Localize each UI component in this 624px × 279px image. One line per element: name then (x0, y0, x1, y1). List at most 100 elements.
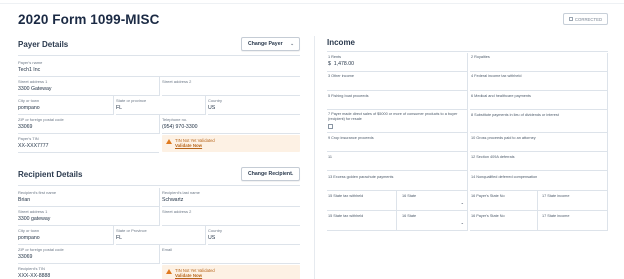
payer-country-value: US (208, 105, 216, 111)
chevron-down-icon: ⌄ (290, 171, 294, 176)
payer-street2-field[interactable]: Street address 2 (162, 78, 300, 96)
payer-country-select[interactable]: Country US (208, 97, 300, 115)
box7-checkbox[interactable] (328, 124, 333, 129)
payer-name-field[interactable]: Payer's name Tech1 Inc (18, 59, 300, 77)
recipient-state-value: FL (116, 235, 123, 241)
recipient-tin-field[interactable]: Recipient's TIN XXX-XX-8888 (18, 265, 159, 279)
warning-icon (166, 139, 172, 144)
chevron-down-icon: ⌄ (290, 41, 294, 46)
payer-phone-label: Telephone no. (162, 117, 188, 122)
payer-state-select[interactable]: State or province FL (116, 97, 205, 115)
payer-state-label: State or province (116, 98, 147, 103)
box15a-label: 15 State tax withheld (328, 194, 364, 198)
box6-medical-field[interactable]: 6 Medical and healthcare payments (470, 91, 608, 110)
box1-currency: $ (328, 61, 331, 67)
box12-409a-field[interactable]: 12 Section 409A deferrals (470, 152, 608, 171)
box7-label: 7 Payer made direct sales of $5000 or mo… (328, 112, 458, 121)
recipient-street2-label: Street address 2 (162, 209, 192, 214)
recipient-validate-now-link[interactable]: Validate Now (175, 273, 215, 278)
change-recipient-button[interactable]: Change Recipient ⌄ (241, 167, 300, 181)
box3-label: 3 Other income (328, 74, 354, 78)
box1-rents-field[interactable]: 1 Rents $ 1,478.00 (327, 53, 468, 72)
divider (159, 245, 160, 264)
recipient-street2-field[interactable]: Street address 2 (162, 208, 300, 226)
payer-name-value: Tech1 Inc (18, 67, 41, 73)
box6-label: 6 Medical and healthcare payments (471, 94, 531, 98)
recipient-city-label: City or town (18, 228, 40, 233)
box10-attorney-field[interactable]: 10 Gross proceeds paid to an attorney (470, 133, 608, 152)
box13-label: 13 Excess golden parachute payments (328, 175, 394, 179)
payer-city-value: pompano (18, 105, 40, 111)
payer-zip-label: ZIP or foreign postal code (18, 117, 64, 122)
box5-fishing-boat-field[interactable]: 5 Fishing boat proceeds (327, 91, 468, 110)
box5-label: 5 Fishing boat proceeds (328, 94, 369, 98)
box16-payer-state-no-field-1[interactable]: 16 Payer's State No (470, 191, 538, 211)
box16-state-select-1[interactable]: 16 State ⌄ (397, 191, 468, 211)
recipient-first-name-value: Brian (18, 197, 31, 203)
box13-golden-parachute-field[interactable]: 13 Excess golden parachute payments (327, 171, 468, 191)
box8-label: 8 Substitute payments in lieu of dividen… (471, 113, 559, 117)
chevron-down-icon: ⌄ (460, 200, 464, 205)
recipient-city-value: pompano (18, 235, 40, 241)
recipient-state-select[interactable]: State or Province FL (116, 227, 205, 245)
change-recipient-label: Change Recipient (248, 171, 292, 177)
recipient-zip-field[interactable]: ZIP or foreign postal code 33069 (18, 246, 159, 264)
payer-zip-field[interactable]: ZIP or foreign postal code 33069 (18, 116, 159, 134)
box17-state-income-field-1[interactable]: 17 State income (538, 191, 608, 211)
box2-royalties-field[interactable]: 2 Royalties (470, 53, 608, 72)
recipient-email-field[interactable]: Email (162, 246, 300, 264)
box17-state-income-field-2[interactable]: 17 State income (538, 211, 608, 231)
recipient-divider (18, 185, 300, 186)
box11-label: 11 (328, 155, 332, 159)
recipient-last-name-field[interactable]: Recipient's last name Schwartz (162, 189, 300, 207)
recipient-country-select[interactable]: Country US (208, 227, 300, 245)
divider (205, 226, 206, 245)
payer-tin-value: XX-XXX7777 (18, 143, 49, 149)
payer-validate-now-link[interactable]: Validate Now (175, 143, 215, 148)
box16-payer-state-no-field-2[interactable]: 16 Payer's State No (470, 211, 538, 231)
recipient-city-field[interactable]: City or town pompano (18, 227, 113, 245)
recipient-last-name-label: Recipient's last name (162, 190, 200, 195)
recipient-street1-value: 3300 gateway (18, 216, 51, 222)
payer-country-label: Country (208, 98, 223, 103)
box12-label: 12 Section 409A deferrals (471, 155, 515, 159)
change-payer-button[interactable]: Change Payer ⌄ (241, 37, 300, 51)
payer-street2-label: Street address 2 (162, 79, 192, 84)
income-divider (327, 51, 608, 52)
payer-tin-label: Payer's TIN (18, 136, 39, 141)
payer-city-field[interactable]: City or town pompano (18, 97, 113, 115)
box14-label: 14 Nonqualified deferred compensation (471, 175, 538, 179)
payer-tin-field[interactable]: Payer's TIN XX-XXX7777 (18, 135, 159, 153)
box15-state-tax-field-2[interactable]: 15 State tax withheld (327, 211, 397, 231)
box14-nonqualified-field[interactable]: 14 Nonqualified deferred compensation (470, 171, 608, 191)
box1-label: 1 Rents (328, 55, 342, 59)
box17a-label: 17 State income (542, 194, 570, 198)
divider (159, 77, 160, 96)
recipient-first-name-field[interactable]: Recipient's first name Brian (18, 189, 159, 207)
box9-crop-insurance-field[interactable]: 9 Crop insurance proceeds (327, 133, 468, 152)
box15b-label: 15 State tax withheld (328, 214, 364, 218)
payer-street1-field[interactable]: Street address 1 3300 Gateway (18, 78, 159, 96)
recipient-tin-label: Recipient's TIN (18, 266, 45, 271)
box15-state-tax-field-1[interactable]: 15 State tax withheld (327, 191, 397, 211)
recipient-street1-field[interactable]: Street address 1 3300 gateway (18, 208, 159, 226)
box16-state-select-2[interactable]: 16 State ⌄ (397, 211, 468, 231)
box7-direct-sales-field[interactable]: 7 Payer made direct sales of $5000 or mo… (327, 110, 468, 133)
payer-phone-value: (954) 970-3300 (162, 124, 198, 130)
recipient-state-label: State or Province (116, 228, 147, 233)
box3-other-income-field[interactable]: 3 Other income (327, 72, 468, 91)
recipient-country-value: US (208, 235, 216, 241)
recipient-country-label: Country (208, 228, 223, 233)
payer-tin-warning: TIN Not Yet Validated Validate Now (162, 135, 300, 152)
corrected-checkbox[interactable]: CORRECTED (563, 13, 608, 25)
column-divider (314, 36, 315, 279)
payer-street1-value: 3300 Gateway (18, 86, 52, 92)
top-divider (0, 3, 624, 4)
box8-substitute-payments-field[interactable]: 8 Substitute payments in lieu of dividen… (470, 110, 608, 133)
page-title: 2020 Form 1099-MISC (18, 12, 160, 27)
recipient-tin-warning: TIN Not Yet Validated Validate Now (162, 265, 300, 279)
payer-phone-field[interactable]: Telephone no. (954) 970-3300 (162, 116, 300, 134)
recipient-last-name-value: Schwartz (162, 197, 184, 203)
box16c-label: 16 State (402, 214, 417, 218)
box4-federal-tax-field[interactable]: 4 Federal income tax withheld (470, 72, 608, 91)
